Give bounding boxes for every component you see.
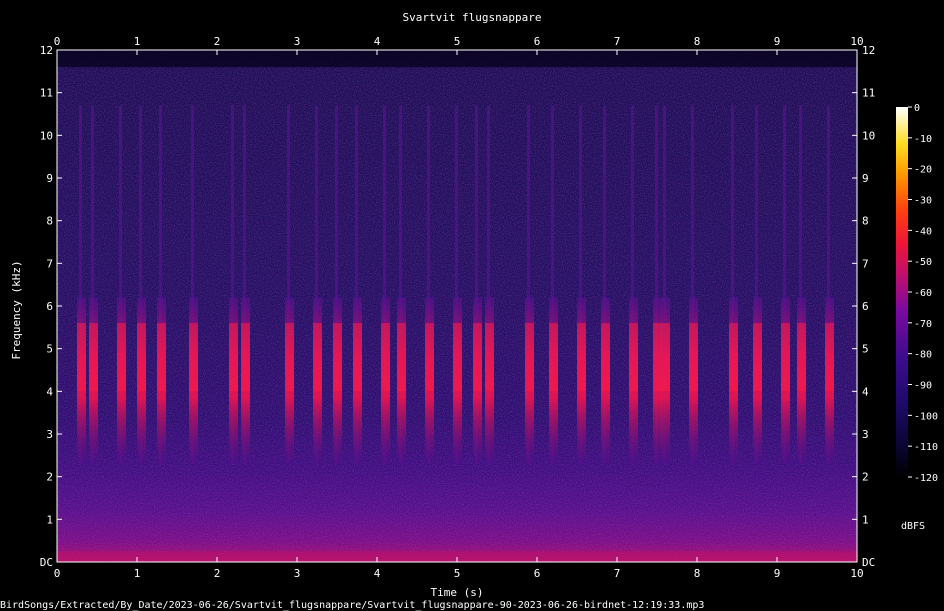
y-tick-label: 4 bbox=[46, 385, 53, 398]
call-peak-mark bbox=[629, 323, 638, 392]
x-tick-label-top: 6 bbox=[534, 35, 541, 48]
colorbar: 0 -10 -20 -30 -40 -50 -60 -70 -80 -90 -100 -110 -120… bbox=[896, 103, 938, 532]
call-peak-mark bbox=[485, 323, 494, 392]
call-peak-mark bbox=[473, 323, 482, 392]
x-tick-label-top: 0 bbox=[54, 35, 61, 48]
y-tick-label-right: 10 bbox=[862, 129, 875, 142]
y-tick-label-right: 5 bbox=[862, 343, 869, 356]
call-peak-mark bbox=[661, 323, 670, 392]
y-tick-label-right: 7 bbox=[862, 257, 869, 270]
call-peak-mark bbox=[137, 323, 146, 392]
y-tick-label-right: 4 bbox=[862, 385, 869, 398]
chart-title: Svartvit flugsnappare bbox=[402, 11, 541, 24]
colorbar-tick-label: -90 bbox=[914, 381, 932, 392]
plot-area bbox=[57, 50, 857, 562]
colorbar-tick-label: -20 bbox=[914, 165, 932, 176]
call-peak-mark bbox=[797, 323, 806, 392]
x-tick-label-top: 8 bbox=[694, 35, 701, 48]
y-tick-label-right: DC bbox=[862, 556, 875, 569]
y-tick-label-right: 9 bbox=[862, 172, 869, 185]
x-tick-label-top: 5 bbox=[454, 35, 461, 48]
call-peak-mark bbox=[241, 323, 250, 392]
colorbar-tick-label: 0 bbox=[914, 103, 920, 114]
x-tick-label-top: 1 bbox=[134, 35, 141, 48]
y-tick-label-right: 12 bbox=[862, 44, 875, 57]
y-tick-label-right: 6 bbox=[862, 300, 869, 313]
call-peak-mark bbox=[825, 323, 834, 392]
colorbar-tick-label: -10 bbox=[914, 134, 932, 145]
call-peak-mark bbox=[729, 323, 738, 392]
x-tick-label: 6 bbox=[534, 567, 541, 580]
call-peak-mark bbox=[525, 323, 534, 392]
spectrogram-chart: 001122334455667788991010DC DC1 12 23 34 45 56 6… bbox=[0, 11, 938, 611]
y-tick-label: 12 bbox=[40, 44, 53, 57]
x-tick-label-top: 7 bbox=[614, 35, 621, 48]
call-peak-mark bbox=[397, 323, 406, 392]
x-tick-label: 5 bbox=[454, 567, 461, 580]
y-tick-label: 11 bbox=[40, 87, 53, 100]
colorbar-label: dBFS bbox=[901, 521, 925, 532]
x-tick-label-top: 4 bbox=[374, 35, 381, 48]
call-peak-mark bbox=[781, 323, 790, 392]
colorbar-tick-label: -80 bbox=[914, 350, 932, 361]
call-peak-mark bbox=[313, 323, 322, 392]
colorbar-gradient bbox=[896, 107, 908, 477]
call-peak-mark bbox=[753, 323, 762, 392]
call-peak-mark bbox=[689, 323, 698, 392]
colorbar-tick-label: -60 bbox=[914, 288, 932, 299]
call-peak-mark bbox=[89, 323, 98, 392]
y-tick-label-right: 2 bbox=[862, 471, 869, 484]
call-peak-mark bbox=[453, 323, 462, 392]
call-peak-mark bbox=[549, 323, 558, 392]
y-tick-label: 2 bbox=[46, 471, 53, 484]
colorbar-tick-label: -40 bbox=[914, 226, 932, 237]
y-tick-label: 6 bbox=[46, 300, 53, 313]
colorbar-tick-label: -70 bbox=[914, 319, 932, 330]
y-tick-label: DC bbox=[40, 556, 53, 569]
call-peak-mark bbox=[189, 323, 198, 392]
y-axis-label: Frequency (kHz) bbox=[10, 260, 23, 359]
call-peak-mark bbox=[157, 323, 166, 392]
x-tick-label: 1 bbox=[134, 567, 141, 580]
x-tick-label: 2 bbox=[214, 567, 221, 580]
y-tick-label: 3 bbox=[46, 428, 53, 441]
call-peak-mark bbox=[381, 323, 390, 392]
x-tick-label: 9 bbox=[774, 567, 781, 580]
call-peak-mark bbox=[577, 323, 586, 392]
x-tick-label-top: 9 bbox=[774, 35, 781, 48]
y-tick-label: 10 bbox=[40, 129, 53, 142]
x-tick-label-top: 3 bbox=[294, 35, 301, 48]
x-tick-label: 8 bbox=[694, 567, 701, 580]
call-peak-mark bbox=[77, 323, 86, 392]
x-tick-label: 3 bbox=[294, 567, 301, 580]
x-tick-label-top: 2 bbox=[214, 35, 221, 48]
y-tick-label: 8 bbox=[46, 215, 53, 228]
y-tick-label: 5 bbox=[46, 343, 53, 356]
y-tick-label-right: 1 bbox=[862, 513, 869, 526]
y-tick-label-right: 3 bbox=[862, 428, 869, 441]
y-tick-label: 9 bbox=[46, 172, 53, 185]
x-tick-label: 0 bbox=[54, 567, 61, 580]
x-tick-label: 4 bbox=[374, 567, 381, 580]
colorbar-tick-label: -120 bbox=[914, 473, 938, 484]
colorbar-tick-label: -100 bbox=[914, 411, 938, 422]
y-tick-label-right: 11 bbox=[862, 87, 875, 100]
y-tick-label-right: 8 bbox=[862, 215, 869, 228]
call-peak-mark bbox=[601, 323, 610, 392]
colorbar-tick-label: -50 bbox=[914, 257, 932, 268]
file-path-footer: BirdSongs/Extracted/By_Date/2023-06-26/S… bbox=[0, 600, 704, 611]
colorbar-tick-label: -30 bbox=[914, 196, 932, 207]
call-peak-mark bbox=[653, 323, 662, 392]
call-peak-mark bbox=[425, 323, 434, 392]
x-tick-label: 7 bbox=[614, 567, 621, 580]
call-peak-mark bbox=[229, 323, 238, 392]
call-peak-mark bbox=[353, 323, 362, 392]
call-peak-mark bbox=[285, 323, 294, 392]
call-peak-mark bbox=[117, 323, 126, 392]
call-peak-mark bbox=[333, 323, 342, 392]
y-tick-label: 1 bbox=[46, 513, 53, 526]
x-axis-label: Time (s) bbox=[431, 586, 484, 599]
y-tick-label: 7 bbox=[46, 257, 53, 270]
colorbar-tick-label: -110 bbox=[914, 442, 938, 453]
